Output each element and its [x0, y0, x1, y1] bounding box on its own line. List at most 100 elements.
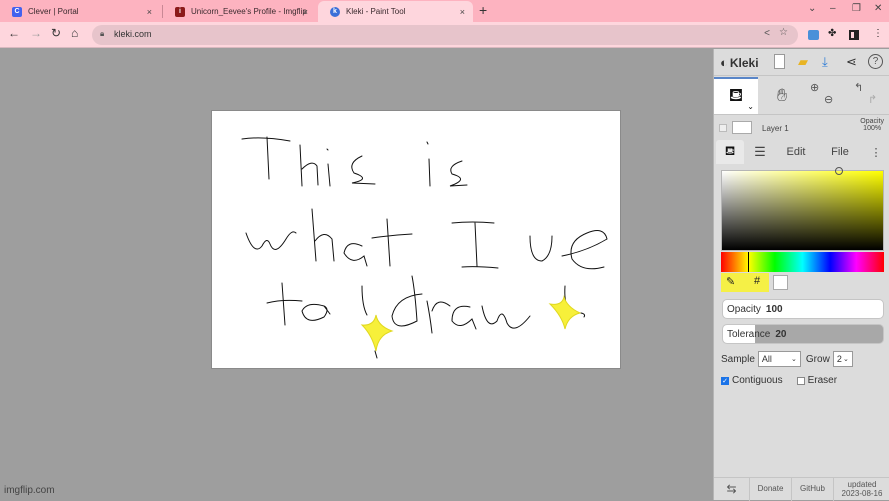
contiguous-label[interactable]: Contiguous [732, 375, 783, 386]
url-text[interactable]: kleki.com [114, 29, 152, 39]
tab-edit[interactable]: Edit [778, 140, 814, 164]
layer-row[interactable]: Layer 1 Opacity 100% [714, 116, 889, 140]
extension-icon[interactable] [808, 30, 819, 40]
zoom-in-icon[interactable]: ⊕ [810, 81, 819, 94]
tab-title: Clever | Portal [28, 7, 79, 16]
grow-select[interactable]: 2 ⌄ [832, 351, 853, 367]
menu-kebab-icon[interactable]: ⋮ [873, 28, 883, 39]
stroke-d [391, 275, 423, 327]
stroke-r [426, 300, 451, 334]
imgflip-icon: i [175, 6, 185, 17]
sparkle-right [548, 295, 582, 330]
tab-imgflip[interactable]: i Unicorn_Eevee's Profile - Imgflip × [163, 1, 316, 22]
checkbox-row: ✓ Contiguous Eraser [721, 375, 837, 386]
hand-tool-button[interactable]: ✋︎ [762, 77, 802, 114]
stroke-t [371, 218, 413, 267]
download-icon[interactable]: ⤓ [822, 54, 828, 70]
contiguous-checkbox[interactable]: ✓ [721, 376, 729, 385]
help-icon[interactable]: ? [868, 54, 883, 69]
saturation-value-picker[interactable] [721, 167, 884, 251]
forward-icon[interactable]: → [30, 26, 42, 40]
stroke-h2 [311, 208, 335, 262]
color-swatch-row: ✎ # [721, 273, 884, 292]
close-window-button[interactable]: ✕ [874, 3, 882, 14]
back-icon[interactable]: ← [8, 26, 20, 40]
sparkle-tail [374, 350, 378, 359]
tolerance-slider[interactable]: Tolerance 20 [722, 324, 884, 344]
paint-bucket-icon: ⛾ [724, 143, 736, 158]
share-icon[interactable]: < [764, 28, 770, 39]
side-panel-icon[interactable] [849, 30, 859, 40]
stroke-s [351, 155, 376, 185]
tolerance-label: Tolerance [727, 328, 771, 340]
layer-opacity: Opacity 100% [860, 118, 884, 132]
chevron-down-icon: ⌄ [842, 356, 849, 363]
paint-bucket-icon: ⛾ [728, 84, 744, 105]
eraser-checkbox[interactable] [796, 376, 805, 385]
picker-cursor[interactable] [835, 167, 843, 175]
close-tab-icon[interactable]: × [147, 7, 152, 17]
home-icon[interactable]: ⌂ [71, 26, 78, 40]
undo-icon[interactable]: ↰ [854, 81, 863, 94]
stroke-t2 [266, 282, 303, 326]
hex-input-button[interactable]: # [754, 275, 760, 287]
tab-clever[interactable]: C Clever | Portal × [0, 1, 160, 22]
stroke-o [301, 303, 331, 321]
tab-search-icon[interactable]: ⌄ [808, 3, 816, 14]
updated-info[interactable]: updated 2023-08-16 [834, 478, 889, 501]
stroke-u [529, 235, 553, 262]
address-bar[interactable]: 🔒︎ kleki.com < ☆ [92, 25, 798, 45]
imgflip-watermark: imgflip.com [4, 485, 55, 496]
github-link[interactable]: GitHub [792, 478, 834, 501]
minimize-button[interactable]: – [830, 3, 836, 14]
donate-link[interactable]: Donate [750, 478, 792, 501]
eraser-label[interactable]: Eraser [808, 375, 837, 386]
restore-button[interactable]: ❐ [852, 3, 861, 14]
close-tab-icon[interactable]: × [460, 7, 465, 17]
stroke-i [326, 148, 331, 187]
stroke-s2 [449, 160, 468, 187]
puzzle-icon[interactable]: ✤ [828, 28, 836, 39]
sample-select[interactable]: All ⌄ [757, 351, 801, 367]
opacity-value: 100 [765, 303, 783, 315]
open-folder-icon[interactable]: ▰ [798, 54, 808, 70]
sample-label: Sample [721, 353, 755, 365]
more-menu-icon[interactable]: ⋮ [868, 140, 884, 164]
reload-icon[interactable]: ↻ [51, 26, 61, 40]
tab-layers[interactable]: ☰ [746, 140, 774, 164]
share-icon[interactable]: ⋖ [846, 54, 857, 70]
current-color-swatch[interactable]: ✎ # [721, 273, 769, 292]
redo-icon[interactable]: ↱ [868, 93, 877, 106]
tab-brush-settings[interactable]: ⛾ [716, 140, 744, 164]
layer-name: Layer 1 [762, 124, 789, 133]
bookmark-star-icon[interactable]: ☆ [779, 27, 788, 38]
new-tab-button[interactable]: + [479, 2, 487, 18]
browser-toolbar: ← → ↻ ⌂ 🔒︎ kleki.com < ☆ ✤ ⋮ [0, 22, 889, 48]
lock-icon: 🔒︎ [100, 29, 105, 38]
fill-tool-button[interactable]: ⛾ ⌄ [714, 77, 758, 114]
tool-row: ⛾ ⌄ ✋︎ ⊕ ⊖ ↰ ↱ [714, 77, 889, 115]
tab-file[interactable]: File [822, 140, 858, 164]
secondary-color-swatch[interactable] [773, 275, 788, 290]
swap-side-icon[interactable]: ⇆ [714, 478, 750, 501]
sample-grow-row: Sample All ⌄ Grow 2 ⌄ [721, 351, 858, 367]
close-tab-icon[interactable]: × [303, 7, 308, 17]
zoom-controls: ⊕ ⊖ [806, 77, 846, 114]
kleki-topbar: ◐ Kleki ▰ ⤓ ⋖ ? [714, 49, 889, 76]
stroke-I [451, 221, 499, 269]
tab-title: Kleki - Paint Tool [346, 7, 406, 16]
hand-icon: ✋︎ [776, 85, 788, 105]
new-image-icon[interactable] [774, 54, 785, 69]
chevron-down-icon[interactable]: ⌄ [747, 102, 754, 111]
browser-tab-strip: C Clever | Portal × i Unicorn_Eevee's Pr… [0, 0, 889, 22]
zoom-out-icon[interactable]: ⊖ [824, 93, 833, 106]
opacity-slider[interactable]: Opacity 100 [722, 299, 884, 319]
hue-slider[interactable] [721, 252, 884, 272]
hue-marker[interactable] [748, 252, 749, 272]
eyedropper-icon[interactable]: ✎ [726, 275, 735, 288]
layer-visibility-checkbox[interactable] [719, 124, 727, 132]
drawing-canvas[interactable] [211, 110, 621, 369]
kleki-logo[interactable]: ◐ Kleki [720, 55, 759, 70]
stroke-i2 [426, 141, 431, 187]
tab-kleki[interactable]: k Kleki - Paint Tool × [318, 1, 473, 22]
